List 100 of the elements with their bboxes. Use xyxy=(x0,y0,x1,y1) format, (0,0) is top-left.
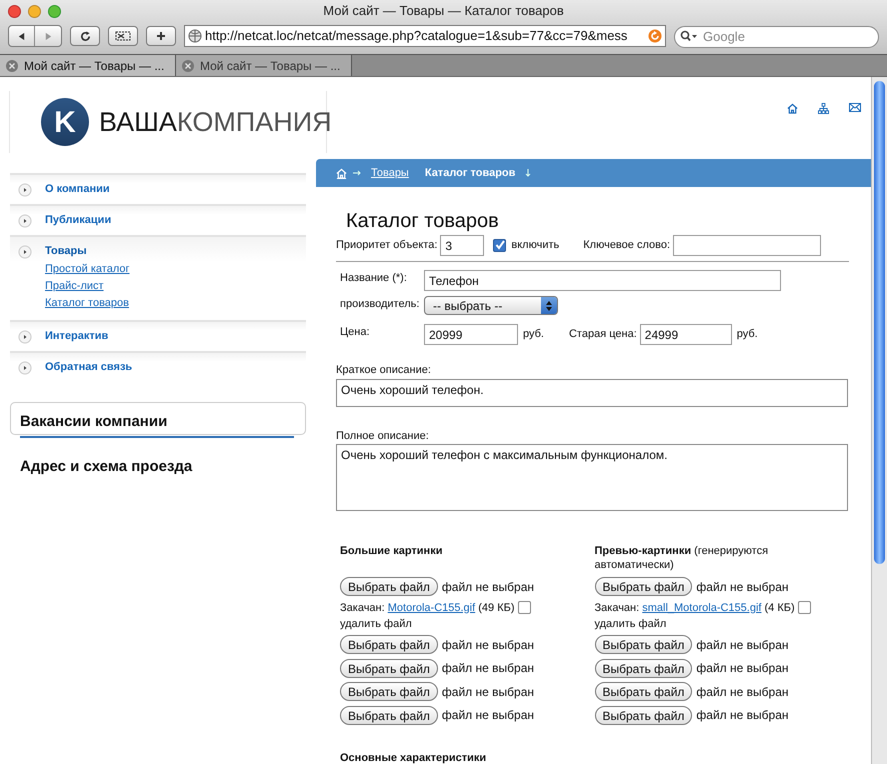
bullet-icon xyxy=(18,244,32,258)
menu-item[interactable]: О компании xyxy=(45,181,110,198)
add-bookmark-button[interactable] xyxy=(146,26,176,46)
choose-file-button[interactable]: Выбрать файл xyxy=(340,658,438,678)
file-status: файл не выбран xyxy=(442,707,534,724)
logo-letter: K xyxy=(41,98,89,146)
arrow-right-icon xyxy=(353,170,361,176)
uploaded-label: Закачан: xyxy=(340,602,385,614)
bullet-icon xyxy=(18,330,32,344)
file-status: файл не выбран xyxy=(442,636,534,654)
logo-word: ВАША xyxy=(99,106,177,137)
text-field[interactable]: Телефон xyxy=(424,270,781,291)
address-field[interactable]: http://netcat.loc/netcat/message.php?catalogue=1&sub=77&cc=79&mess xyxy=(184,25,666,47)
text-field[interactable]: 24999 xyxy=(640,324,732,345)
menu-item[interactable]: Обратная связь xyxy=(45,359,132,376)
search-icon xyxy=(680,30,698,42)
choose-file-button[interactable]: Выбрать файл xyxy=(340,577,438,596)
back-arrow-icon xyxy=(17,32,26,40)
checkbox-label: включить xyxy=(511,238,560,254)
close-tab-icon[interactable] xyxy=(6,60,18,72)
column-heading: Большие картинки xyxy=(340,544,444,559)
widget-title[interactable]: Адрес и схема проезда xyxy=(20,458,192,475)
file-status: файл не выбран xyxy=(696,707,788,724)
file-status: файл не выбран xyxy=(442,578,534,596)
file-status: файл не выбран xyxy=(696,660,788,677)
choose-file-button[interactable]: Выбрать файл xyxy=(594,658,692,678)
submenu-link[interactable]: Прайс-лист xyxy=(45,279,104,294)
web-clip-button[interactable] xyxy=(108,26,138,46)
text-field[interactable]: 20999 xyxy=(424,324,518,345)
page-title: Каталог товаров xyxy=(345,209,500,234)
short-description-field[interactable]: Очень хороший телефон. xyxy=(336,378,848,406)
bullet-icon xyxy=(18,360,32,374)
plus-icon xyxy=(156,31,166,41)
file-status: файл не выбран xyxy=(442,684,534,700)
field-label: Старая цена: xyxy=(568,327,637,342)
choose-file-button[interactable]: Выбрать файл xyxy=(594,682,692,701)
file-status: файл не выбран xyxy=(696,684,788,700)
choose-file-button[interactable]: Выбрать файл xyxy=(340,682,438,701)
field-label: Полное описание: xyxy=(336,428,430,444)
sitemap-icon[interactable] xyxy=(818,103,829,114)
choose-file-button[interactable]: Выбрать файл xyxy=(594,706,692,724)
file-size: (4 КБ) xyxy=(764,602,795,614)
checkbox[interactable] xyxy=(493,238,506,252)
mail-icon[interactable] xyxy=(849,103,861,112)
breadcrumb-current: Каталог товаров xyxy=(424,166,516,181)
submenu-link[interactable]: Каталог товаров xyxy=(45,296,129,311)
bullet-icon xyxy=(18,214,32,228)
file-status: файл не выбран xyxy=(696,636,788,654)
choose-file-button[interactable]: Выбрать файл xyxy=(594,577,692,596)
unit-label: руб. xyxy=(523,327,544,342)
close-window-icon[interactable] xyxy=(8,4,21,18)
manufacturer-select[interactable]: -- выбрать -- xyxy=(424,296,558,315)
close-tab-icon[interactable] xyxy=(182,60,194,72)
column-heading: Превью-картинки (генерируются автоматически) xyxy=(594,544,770,572)
logo-word: КОМПАНИЯ xyxy=(176,106,332,137)
breadcrumb-link[interactable]: Товары xyxy=(371,164,409,182)
choose-file-button[interactable]: Выбрать файл xyxy=(594,635,692,654)
home-icon[interactable] xyxy=(787,103,798,114)
choose-file-button[interactable]: Выбрать файл xyxy=(340,635,438,654)
menu-item[interactable]: Публикации xyxy=(45,212,112,229)
bullet-icon xyxy=(18,182,32,196)
field-label: производитель: xyxy=(340,297,420,312)
checkbox[interactable] xyxy=(518,601,531,614)
choose-file-button[interactable]: Выбрать файл xyxy=(340,706,438,724)
forward-arrow-icon xyxy=(44,32,52,40)
browser-tab[interactable]: Мой сайт — Товары — ... xyxy=(0,55,176,76)
unit-label: руб. xyxy=(736,327,758,342)
text-field[interactable]: 3 xyxy=(440,235,484,256)
file-link[interactable]: small_Motorola-C155.gif xyxy=(642,602,762,614)
select-arrows-icon xyxy=(546,300,552,310)
file-size: (49 КБ) xyxy=(478,602,514,614)
text-field[interactable] xyxy=(673,235,821,256)
reload-icon[interactable] xyxy=(648,29,662,43)
checkbox[interactable] xyxy=(798,601,811,614)
file-status: файл не выбран xyxy=(442,660,534,677)
zoom-window-icon[interactable] xyxy=(48,4,61,18)
delete-file-label: удалить файл xyxy=(340,618,412,630)
globe-icon xyxy=(188,29,202,43)
scrollbar[interactable] xyxy=(871,77,887,764)
reload-button[interactable] xyxy=(70,26,100,46)
browser-tab[interactable]: Мой сайт — Товары — ... xyxy=(176,55,352,76)
field-label: Краткое описание: xyxy=(336,363,432,378)
reload-icon xyxy=(80,30,90,42)
minimize-window-icon[interactable] xyxy=(28,4,41,18)
menu-item[interactable]: Товары xyxy=(45,243,87,260)
submenu-link[interactable]: Простой каталог xyxy=(45,262,130,277)
field-label: Цена: xyxy=(340,325,371,340)
widget-title[interactable]: Вакансии компании xyxy=(20,413,168,430)
full-description-field[interactable]: Очень хороший телефон с максимальным функционалом. xyxy=(336,444,848,511)
field-label: Название (*): xyxy=(340,271,408,286)
window-title: Мой сайт — Товары — Каталог товаров xyxy=(323,2,564,20)
search-field[interactable]: Google xyxy=(674,26,879,48)
menu-item[interactable]: Интерактив xyxy=(45,328,108,345)
field-label: Приоритет объекта: xyxy=(336,238,438,254)
field-label: Ключевое слово: xyxy=(583,238,670,254)
file-status: файл не выбран xyxy=(696,578,788,596)
file-link[interactable]: Motorola-C155.gif xyxy=(388,602,476,614)
uploaded-label: Закачан: xyxy=(594,602,640,614)
section-heading: Основные характеристики xyxy=(339,751,488,764)
arrow-down-icon[interactable] xyxy=(525,169,532,177)
